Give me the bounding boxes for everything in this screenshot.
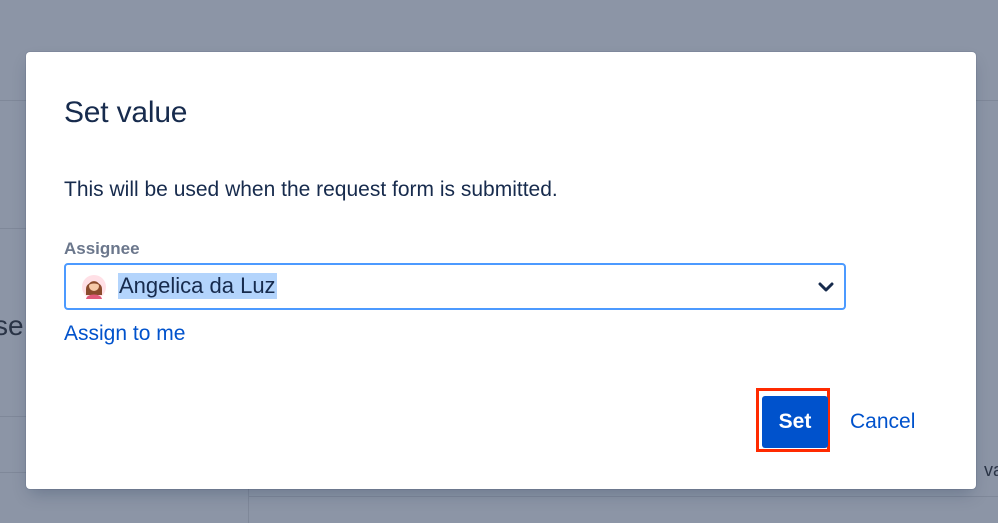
background-divider bbox=[0, 228, 26, 229]
set-value-dialog: Set value This will be used when the req… bbox=[26, 52, 976, 489]
chevron-down-icon[interactable] bbox=[818, 280, 834, 294]
background-text: se bbox=[0, 310, 24, 341]
user-avatar-icon bbox=[82, 275, 106, 299]
background-divider bbox=[976, 100, 998, 101]
background-divider bbox=[248, 496, 998, 497]
assignee-value: Angelica da Luz bbox=[118, 273, 277, 299]
set-button[interactable]: Set bbox=[762, 396, 828, 448]
assignee-select[interactable]: Angelica da Luz bbox=[64, 263, 846, 310]
assign-to-me-link[interactable]: Assign to me bbox=[64, 322, 185, 346]
cancel-button[interactable]: Cancel bbox=[842, 396, 923, 448]
background-divider bbox=[0, 472, 26, 473]
background-divider bbox=[248, 489, 249, 523]
background-text: va bbox=[984, 460, 998, 480]
background-divider bbox=[0, 100, 26, 101]
assignee-label: Assignee bbox=[64, 239, 140, 258]
dialog-title: Set value bbox=[64, 96, 188, 129]
dialog-description: This will be used when the request form … bbox=[64, 178, 558, 201]
background-divider bbox=[0, 416, 26, 417]
